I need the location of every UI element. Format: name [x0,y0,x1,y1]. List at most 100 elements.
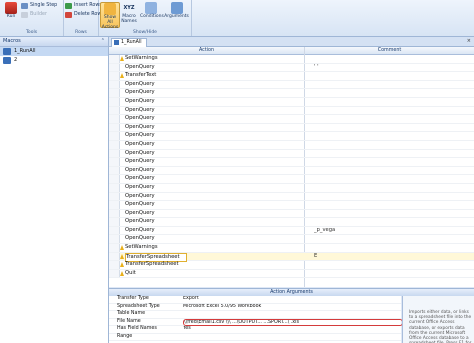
nav-item-macro[interactable]: 1_RunAll [0,47,108,56]
table-row[interactable]: OpenQuery [109,235,474,245]
row-selector[interactable] [109,72,120,80]
builder-button[interactable]: Builder [21,11,47,19]
action-cell[interactable]: TransferSpreadsheet [125,261,303,269]
table-row[interactable]: OpenQuery [109,175,474,184]
table-row[interactable]: OpenQuery [109,201,474,210]
action-cell[interactable]: OpenQuery [125,107,303,115]
argument-value[interactable]: Yes [183,326,401,333]
table-row[interactable]: OpenQuery [109,97,474,107]
action-cell[interactable]: OpenQuery [125,193,303,201]
action-cell[interactable]: OpenQuery [125,81,303,89]
delete-rows-button[interactable]: Delete Rows [65,11,104,19]
table-row[interactable]: OpenQuery [109,123,474,133]
action-cell[interactable]: SetWarnings [125,55,303,63]
row-selector[interactable] [109,97,120,106]
table-row[interactable]: OpenQuery [109,166,474,176]
row-selector[interactable] [109,55,120,63]
table-row[interactable]: OpenQuery [109,183,474,193]
row-selector[interactable] [109,183,120,192]
row-selector[interactable] [109,244,120,252]
row-selector[interactable] [109,261,120,269]
action-cell[interactable]: SetWarnings [125,244,303,252]
argument-value[interactable]: Microsoft Excel 5.0/95 Workbook [183,304,401,311]
action-cell[interactable]: OpenQuery [125,184,303,192]
action-cell[interactable]: OpenQuery [125,89,303,97]
arguments-button[interactable]: Arguments [164,2,189,26]
row-selector[interactable] [109,166,120,175]
action-cell[interactable]: OpenQuery [125,124,303,132]
action-cell[interactable]: OpenQuery [125,158,303,166]
table-row[interactable]: OpenQuery [109,115,474,124]
row-selector[interactable] [109,63,120,72]
row-selector[interactable] [109,201,120,209]
table-row[interactable]: OpenQuery [109,192,474,202]
conditions-button[interactable]: Conditions [140,2,164,26]
nav-item-macro[interactable]: 2 [0,56,108,65]
action-cell[interactable]: OpenQuery [125,235,303,243]
action-cell[interactable]: OpenQuery [125,175,303,183]
single-step-button[interactable]: Single Step [21,2,57,10]
row-selector[interactable] [109,192,120,201]
table-row[interactable]: OpenQuery [109,209,474,219]
table-row[interactable]: OpenQuery [109,158,474,167]
row-selector[interactable] [109,269,120,278]
comment-cell[interactable]: _p_vega [314,227,474,235]
argument-value[interactable]: Export [183,296,401,303]
table-row[interactable]: OpenQuery [109,89,474,98]
table-row[interactable]: SetWarnings [109,55,474,64]
table-row[interactable]: TransferText [109,72,474,81]
row-selector[interactable] [109,123,120,132]
argument-value[interactable]: \\fred\Email1.csv \\\ ...\OUTPUT... ...S… [183,318,403,326]
table-row[interactable]: OpenQuery [109,132,474,141]
run-button[interactable]: Run [2,2,20,26]
action-cell[interactable]: OpenQuery [125,210,303,218]
action-cell[interactable]: OpenQuery [125,218,303,226]
table-row[interactable]: TransferSpreadsheet [109,261,474,270]
table-row[interactable]: OpenQuery _p_vega [109,226,474,236]
row-selector[interactable] [109,149,120,158]
comment-cell[interactable]: ' ' [314,64,474,72]
row-selector[interactable] [109,218,120,226]
row-selector[interactable] [109,115,120,123]
table-row[interactable]: OpenQuery [109,140,474,150]
tab-1-runall[interactable]: 1_RunAll [111,38,147,47]
action-cell[interactable]: OpenQuery [125,141,303,149]
table-row[interactable]: SetWarnings [109,244,474,253]
row-selector[interactable] [109,80,120,89]
table-row[interactable]: OpenQuery [109,149,474,159]
action-cell[interactable]: OpenQuery [125,64,303,72]
table-row[interactable]: OpenQuery ' ' [109,63,474,73]
row-selector[interactable] [109,175,120,183]
table-row[interactable]: OpenQuery [109,80,474,90]
action-cell[interactable]: TransferText [125,72,303,80]
action-cell[interactable]: OpenQuery [125,115,303,123]
action-cell[interactable]: OpenQuery [125,167,303,175]
row-selector[interactable] [109,89,120,97]
row-selector[interactable] [109,209,120,218]
macro-names-button[interactable]: XYZ Macro Names [120,2,138,26]
close-icon[interactable]: × [467,37,471,46]
show-all-actions-button[interactable]: Show All Actions [100,2,120,30]
row-selector[interactable] [109,140,120,149]
action-cell[interactable]: OpenQuery [125,132,303,140]
row-selector[interactable] [109,158,120,166]
row-selector[interactable] [109,132,120,140]
table-row[interactable]: OpenQuery [109,218,474,227]
action-cell[interactable]: OpenQuery [125,150,303,158]
insert-rows-button[interactable]: Insert Rows [65,2,102,10]
action-cell[interactable]: OpenQuery [125,201,303,209]
table-row[interactable]: TransferSpreadsheet E [109,252,474,263]
show-all-actions-icon [104,3,116,15]
table-row[interactable]: OpenQuery [109,106,474,116]
row-selector[interactable] [109,106,120,115]
nav-pane-header[interactable]: Macros ⌃ [0,37,108,47]
action-cell[interactable]: OpenQuery [125,98,303,106]
chevron-up-icon[interactable]: ⌃ [101,37,105,46]
table-row[interactable]: Quit [109,269,474,279]
row-selector[interactable] [109,226,120,235]
action-cell[interactable]: OpenQuery [125,227,303,235]
action-cell[interactable]: Quit [125,270,303,278]
row-selector[interactable] [109,235,120,244]
row-selector[interactable] [109,252,120,261]
comment-cell[interactable]: E [314,253,474,261]
